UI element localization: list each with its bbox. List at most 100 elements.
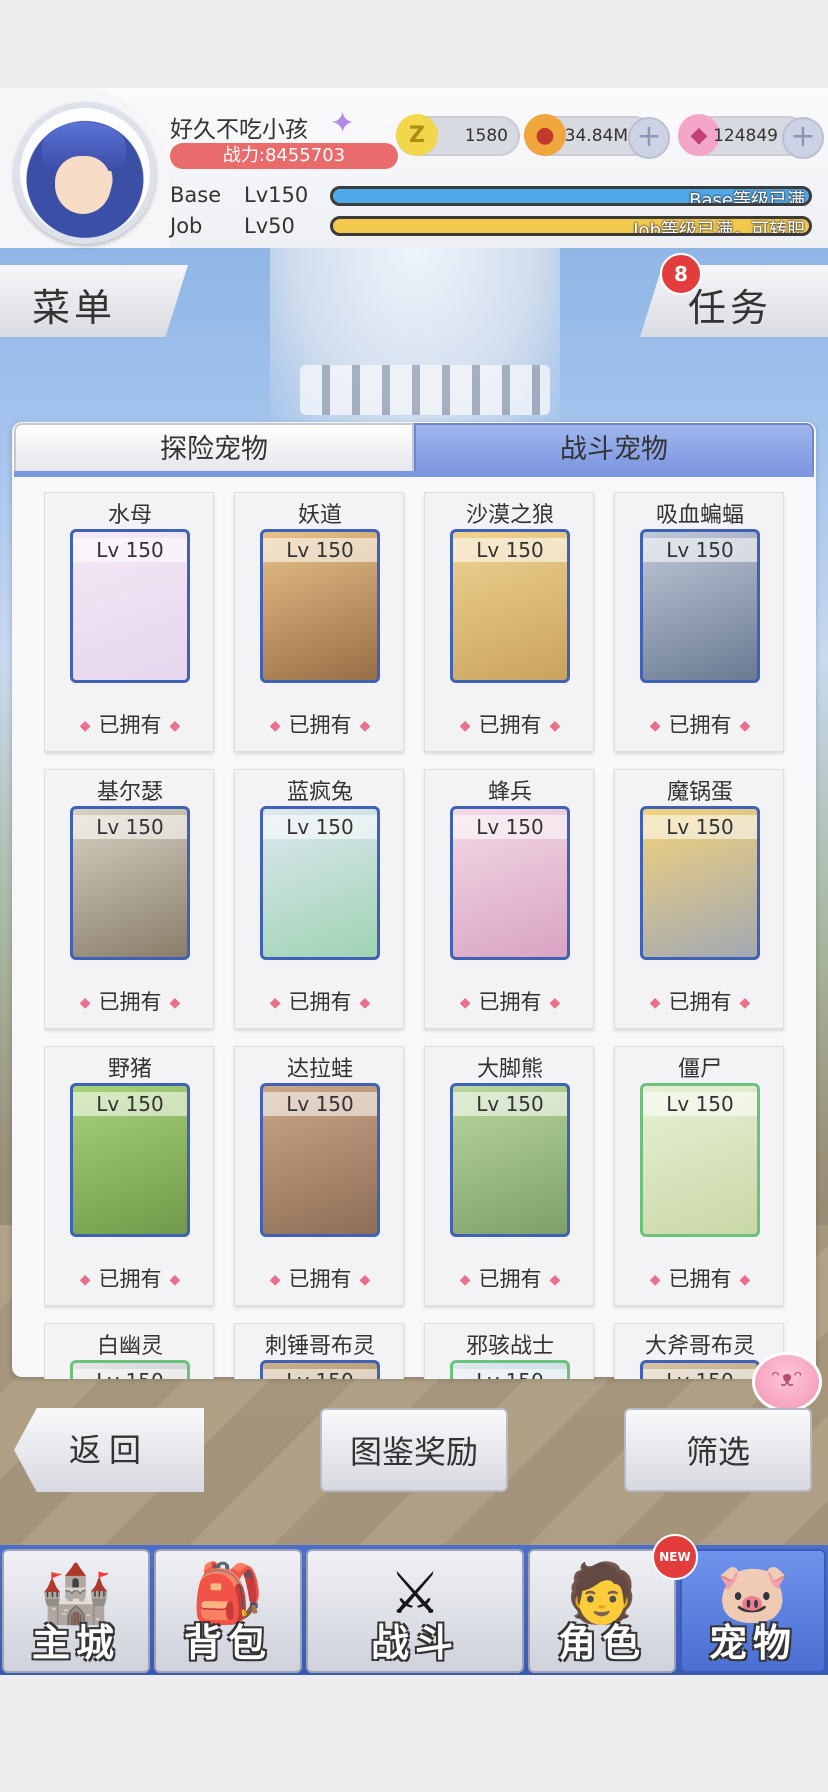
- pet-card[interactable]: 沙漠之狼 Lv 150 ◆ 已拥有 ◆: [424, 492, 594, 752]
- pet-name: 达拉蛙: [286, 1057, 353, 1082]
- pet-card[interactable]: 达拉蛙 Lv 150 ◆ 已拥有 ◆: [234, 1046, 404, 1306]
- pet-level: Lv 150: [263, 1369, 377, 1379]
- gem-value: 124849: [713, 126, 778, 146]
- gold-value: 34.84M: [564, 126, 628, 146]
- pet-level: Lv 150: [73, 1092, 187, 1116]
- job-label: Job: [170, 214, 203, 238]
- base-label: Base: [170, 183, 222, 207]
- pet-card[interactable]: 大脚熊 Lv 150 ◆ 已拥有 ◆: [424, 1046, 594, 1306]
- pet-name: 水母: [107, 503, 152, 528]
- diamond-icon: ◆: [169, 1272, 181, 1288]
- player-name: 好久不吃小孩: [170, 117, 308, 143]
- pet-level: Lv 150: [643, 1369, 757, 1379]
- pet-owned-status: ◆ 已拥有 ◆: [235, 1263, 405, 1293]
- pet-owned-status: ◆ 已拥有 ◆: [235, 986, 405, 1016]
- diamond-icon: ◆: [459, 1272, 471, 1288]
- diamond-icon: ◆: [739, 1272, 751, 1288]
- pet-card[interactable]: 白幽灵Lv 150◆已拥有◆: [44, 1323, 214, 1379]
- pet-card[interactable]: 邪骇战士Lv 150◆已拥有◆: [424, 1323, 594, 1379]
- pet-name: 蜂兵: [487, 780, 532, 805]
- codex-reward-button[interactable]: 图鉴奖励: [320, 1408, 508, 1492]
- owned-label: 已拥有: [668, 990, 732, 1014]
- pet-owned-status: ◆ 已拥有 ◆: [235, 709, 405, 739]
- pet-name: 邪骇战士: [465, 1334, 554, 1359]
- pet-owned-status: ◆ 已拥有 ◆: [45, 986, 215, 1016]
- diamond-icon: ◆: [549, 718, 561, 734]
- pet-level: Lv 150: [263, 1092, 377, 1116]
- owned-label: 已拥有: [288, 713, 352, 737]
- pet-portrait: Lv 150: [640, 529, 760, 683]
- gold-coin-icon: ●: [524, 114, 566, 156]
- nav-label: 战斗: [370, 1621, 459, 1665]
- add-gold-button[interactable]: +: [628, 117, 670, 159]
- pet-card[interactable]: 吸血蝙蝠 Lv 150 ◆ 已拥有 ◆: [614, 492, 784, 752]
- pet-card[interactable]: 妖道 Lv 150 ◆ 已拥有 ◆: [234, 492, 404, 752]
- pet-portrait: Lv 150: [450, 529, 570, 683]
- diamond-icon: ◆: [169, 995, 181, 1011]
- owned-label: 已拥有: [288, 1267, 352, 1291]
- pet-card[interactable]: 魔锅蛋 Lv 150 ◆ 已拥有 ◆: [614, 769, 784, 1029]
- nav-label: 宠物: [708, 1621, 797, 1665]
- tab-adventure-pets[interactable]: 探险宠物: [14, 423, 414, 473]
- pet-level: Lv 150: [643, 815, 757, 839]
- tower-base-image: [300, 365, 550, 415]
- owned-label: 已拥有: [478, 990, 542, 1014]
- pet-name: 大斧哥布灵: [644, 1334, 755, 1359]
- pet-name: 野猪: [107, 1057, 152, 1082]
- pet-grid: 水母 Lv 150 ◆ 已拥有 ◆ 妖道 Lv 150 ◆ 已拥有 ◆ 沙漠之狼 Lv 150 ◆ 已拥有…: [44, 492, 788, 1379]
- pet-owned-status: ◆ 已拥有 ◆: [45, 1263, 215, 1293]
- pet-level: Lv 150: [73, 1369, 187, 1379]
- owned-label: 已拥有: [478, 1267, 542, 1291]
- diamond-icon: ◆: [269, 1272, 281, 1288]
- pet-portrait: Lv 150: [640, 1360, 760, 1379]
- pet-name: 基尔瑟: [96, 780, 163, 805]
- pet-name: 魔锅蛋: [666, 780, 733, 805]
- pet-level: Lv 150: [73, 538, 187, 562]
- pet-card[interactable]: 基尔瑟 Lv 150 ◆ 已拥有 ◆: [44, 769, 214, 1029]
- rank-star-icon: ✦: [330, 106, 356, 141]
- nav-battle[interactable]: ⚔ 战斗: [306, 1549, 524, 1673]
- pet-level: Lv 150: [263, 538, 377, 562]
- pet-card[interactable]: 蜂兵 Lv 150 ◆ 已拥有 ◆: [424, 769, 594, 1029]
- back-button[interactable]: 返回: [14, 1408, 204, 1492]
- diamond-icon: ◆: [359, 995, 371, 1011]
- combat-power: 战力:8455703: [170, 143, 398, 169]
- owned-label: 已拥有: [478, 713, 542, 737]
- pet-portrait: Lv 150: [70, 806, 190, 960]
- tab-battle-pets[interactable]: 战斗宠物: [414, 423, 814, 473]
- pet-card[interactable]: 水母 Lv 150 ◆ 已拥有 ◆: [44, 492, 214, 752]
- pet-portrait: Lv 150: [70, 529, 190, 683]
- pet-level: Lv 150: [643, 1092, 757, 1116]
- poring-mascot-icon[interactable]: ᵔᴥᵔ: [752, 1352, 822, 1412]
- avatar[interactable]: [14, 102, 156, 244]
- add-gem-button[interactable]: +: [782, 117, 824, 159]
- diamond-icon: ◆: [79, 1272, 91, 1288]
- zeny-value: 1580: [464, 126, 508, 146]
- job-level: Lv50: [244, 214, 295, 238]
- pet-name: 大脚熊: [476, 1057, 543, 1082]
- nav-pet[interactable]: 🐷 宠物: [680, 1549, 826, 1673]
- menu-label: 菜单: [32, 286, 117, 330]
- menu-button[interactable]: 菜单: [0, 265, 188, 337]
- diamond-icon: ◆: [269, 995, 281, 1011]
- pet-portrait: Lv 150: [260, 1360, 380, 1379]
- pet-level: Lv 150: [643, 538, 757, 562]
- pet-card[interactable]: 野猪 Lv 150 ◆ 已拥有 ◆: [44, 1046, 214, 1306]
- pet-name: 吸血蝙蝠: [655, 503, 744, 528]
- pet-card[interactable]: 僵尸 Lv 150 ◆ 已拥有 ◆: [614, 1046, 784, 1306]
- pet-name: 僵尸: [677, 1057, 722, 1082]
- pet-card[interactable]: 刺锤哥布灵Lv 150◆已拥有◆: [234, 1323, 404, 1379]
- pet-name: 白幽灵: [96, 1334, 163, 1359]
- diamond-icon: ◆: [739, 995, 751, 1011]
- diamond-icon: ◆: [269, 718, 281, 734]
- diamond-icon: ◆: [459, 718, 471, 734]
- pet-card[interactable]: 蓝疯兔 Lv 150 ◆ 已拥有 ◆: [234, 769, 404, 1029]
- diamond-icon: ◆: [739, 718, 751, 734]
- filter-button[interactable]: 筛选: [624, 1408, 812, 1492]
- pet-owned-status: ◆ 已拥有 ◆: [45, 709, 215, 739]
- diamond-icon: ◆: [79, 995, 91, 1011]
- owned-label: 已拥有: [668, 713, 732, 737]
- nav-backpack[interactable]: 🎒 背包: [154, 1549, 302, 1673]
- base-level: Lv150: [244, 183, 309, 207]
- nav-main-city[interactable]: 🏰 主城: [2, 1549, 150, 1673]
